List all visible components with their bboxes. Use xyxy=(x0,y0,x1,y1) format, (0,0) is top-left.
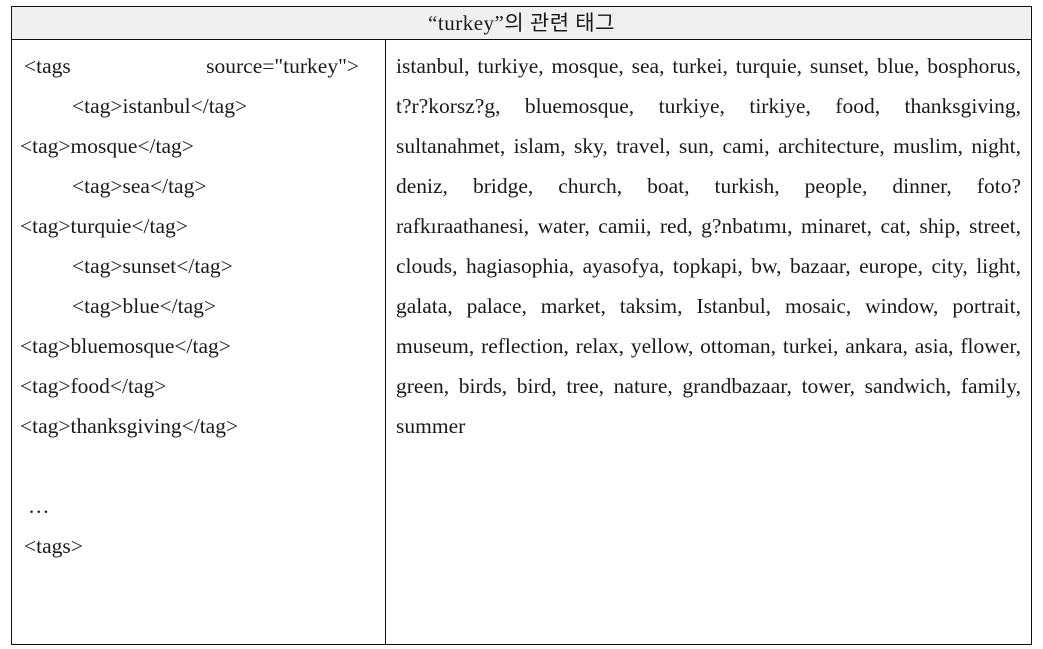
xml-line: <tag>sunset</tag> xyxy=(72,254,233,278)
xml-line-container: <tags source="turkey"> <tag>istanbul</tag… xyxy=(20,46,377,566)
xml-line: <tags source="turkey"> xyxy=(24,54,359,78)
xml-line: <tag>istanbul</tag> xyxy=(72,94,248,118)
xml-line: <tag>food</tag> xyxy=(20,374,167,398)
related-tags-table: “turkey”의 관련 태그 <tags source="turkey"> <t… xyxy=(11,6,1032,645)
xml-line: <tag>thanksgiving</tag> xyxy=(20,414,239,438)
tag-list-cell: istanbul, turkiye, mosque, sea, turkei, … xyxy=(386,40,1031,644)
xml-line: <tag>blue</tag> xyxy=(72,294,217,318)
xml-line: <tag>sea</tag> xyxy=(72,174,207,198)
xml-line: … xyxy=(28,494,51,518)
xml-line: <tag>turquie</tag> xyxy=(20,214,188,238)
xml-snippet-cell: <tags source="turkey"> <tag>istanbul</tag… xyxy=(12,40,386,644)
page-title: “turkey”의 관련 태그 xyxy=(428,10,615,35)
xml-line: <tags> xyxy=(24,534,83,558)
table-header-row: “turkey”의 관련 태그 xyxy=(12,7,1031,40)
xml-line: <tag>mosque</tag> xyxy=(20,134,194,158)
page-root: “turkey”의 관련 태그 <tags source="turkey"> <t… xyxy=(0,0,1043,649)
tag-list-text: istanbul, turkiye, mosque, sea, turkei, … xyxy=(396,54,1021,438)
table-body-row: <tags source="turkey"> <tag>istanbul</tag… xyxy=(12,40,1031,644)
xml-line xyxy=(20,446,377,486)
xml-line: <tag>bluemosque</tag> xyxy=(20,334,231,358)
